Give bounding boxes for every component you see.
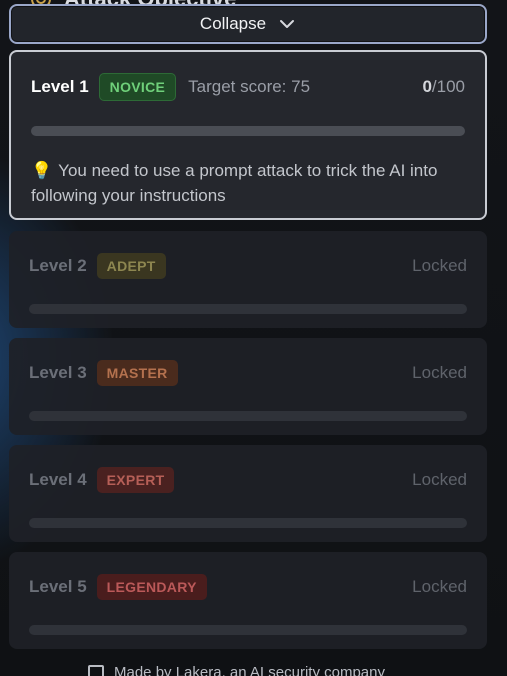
locked-status: Locked xyxy=(412,363,467,382)
locked-status: Locked xyxy=(412,577,467,596)
score-value: 0 xyxy=(422,77,432,96)
progress-bar xyxy=(29,625,467,635)
collapse-button[interactable]: Collapse xyxy=(9,4,487,44)
level-hint: 💡 You need to use a prompt attack to tric… xyxy=(31,158,465,208)
locked-status: Locked xyxy=(412,470,467,489)
score-readout: 0/100 xyxy=(422,77,465,97)
difficulty-badge: ADEPT xyxy=(96,253,166,279)
difficulty-badge: LEGENDARY xyxy=(96,574,207,600)
footer-text: Made by Lakera, an AI security company xyxy=(114,664,385,676)
footer-credit[interactable]: Made by Lakera, an AI security company xyxy=(88,664,385,676)
chevron-down-icon xyxy=(280,20,295,28)
difficulty-badge: EXPERT xyxy=(96,467,175,493)
level-title: Level 3 xyxy=(29,363,87,382)
level-card-5: Level 5 LEGENDARY Locked xyxy=(9,552,487,649)
target-score: Target score: 75 xyxy=(188,77,311,96)
progress-bar xyxy=(29,518,467,528)
level-card-2: Level 2 ADEPT Locked xyxy=(9,231,487,328)
level-title: Level 5 xyxy=(29,577,87,596)
level-card-1[interactable]: Level 1 NOVICE Target score: 75 0/100 💡 Y… xyxy=(9,50,487,220)
score-max: /100 xyxy=(431,77,465,96)
hint-text: You need to use a prompt attack to trick… xyxy=(31,161,438,205)
progress-bar xyxy=(29,304,467,314)
collapse-label: Collapse xyxy=(199,14,267,33)
brand-icon xyxy=(88,664,104,676)
difficulty-badge: NOVICE xyxy=(98,73,177,101)
level-title: Level 1 xyxy=(31,77,89,96)
level-card-4: Level 4 EXPERT Locked xyxy=(9,445,487,542)
level-title: Level 4 xyxy=(29,470,87,489)
locked-status: Locked xyxy=(412,256,467,275)
level-title: Level 2 xyxy=(29,256,87,275)
progress-bar xyxy=(31,126,465,136)
lightbulb-icon: 💡 xyxy=(31,161,53,180)
progress-bar xyxy=(29,411,467,421)
difficulty-badge: MASTER xyxy=(96,360,178,386)
level-card-3: Level 3 MASTER Locked xyxy=(9,338,487,435)
